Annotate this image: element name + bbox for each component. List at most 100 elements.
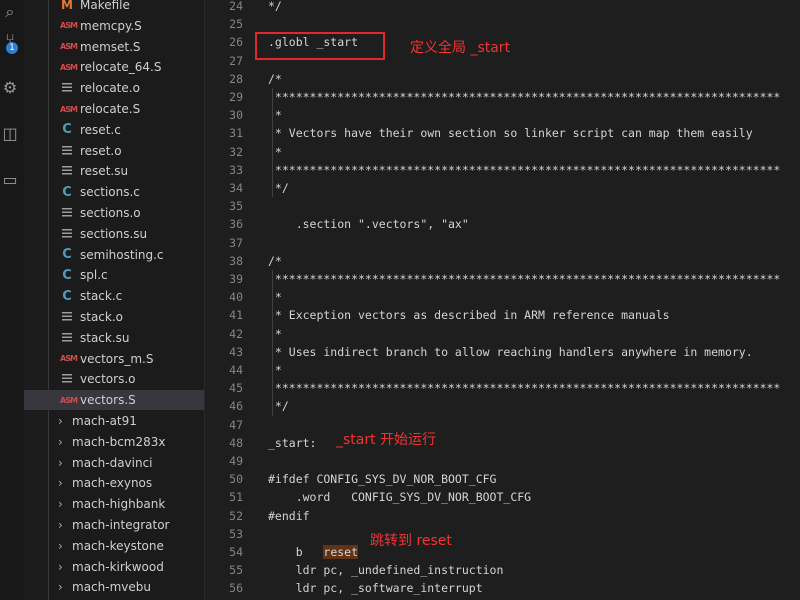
line-number: 29: [229, 90, 243, 104]
file-item[interactable]: ASM vectors_m.S: [24, 349, 204, 369]
line-number: 33: [229, 162, 243, 177]
folder-item-label: mach-mvebu: [72, 580, 151, 595]
file-explorer: M Makefile ASM memcpy.S ASM memset.S ASM reloca…: [24, 0, 205, 600]
folder-item[interactable]: › mach-at91: [24, 411, 204, 431]
remote-explorer-icon[interactable]: ▭: [0, 170, 20, 190]
file-item[interactable]: Csections.c: [24, 182, 204, 202]
file-item-label: memcpy.S: [80, 18, 142, 33]
file-item[interactable]: ASM memcpy.S: [24, 16, 204, 36]
line-number: 48: [229, 435, 243, 450]
file-item[interactable]: stack.su: [24, 328, 204, 348]
folder-item[interactable]: › mach-keystone: [24, 536, 204, 556]
code-text: * Exception vectors as described in ARM …: [268, 308, 670, 323]
code-text: .word CONFIG_SYS_DV_NOR_BOOT_CFG: [268, 490, 532, 505]
annotation-globl: 定义全局 _start: [410, 40, 511, 56]
file-item-label: Makefile: [80, 0, 130, 12]
file-item[interactable]: sections.o: [24, 203, 204, 223]
code-text: /*: [268, 71, 282, 86]
code-text: *: [268, 326, 282, 341]
file-item[interactable]: stack.o: [24, 307, 204, 327]
code-line: */: [268, 0, 282, 15]
code-line: _start:: [268, 434, 316, 452]
code-line: * Vectors have their own section so link…: [268, 124, 753, 142]
text-file-icon: [62, 332, 72, 343]
file-item[interactable]: M Makefile: [24, 0, 204, 15]
folder-item[interactable]: › mach-highbank: [24, 494, 204, 514]
file-item[interactable]: Csemihosting.c: [24, 245, 204, 265]
chevron-right-icon: ›: [58, 559, 63, 574]
code-text: *: [268, 363, 282, 377]
chevron-right-icon: ›: [58, 518, 63, 532]
c-file-icon: C: [62, 184, 72, 200]
file-item[interactable]: ASM vectors.S: [24, 390, 204, 411]
folder-item[interactable]: › mach-bcm283x: [24, 432, 204, 452]
asm-file-icon: ASM: [60, 104, 78, 114]
extensions-icon[interactable]: ◫: [0, 124, 20, 144]
vscode-window: ⌕ ⑂ 1 ⚙ ◫ ▭ M Makefile ASM memcpy.S ASM memse…: [0, 0, 800, 600]
file-item[interactable]: Creset.c: [24, 120, 204, 140]
folder-item[interactable]: › mach-kirkwood: [24, 557, 204, 577]
code-editor[interactable]: 24 */25 26 .globl _start 27 28/* 29 **********…: [205, 0, 800, 600]
line-number: 26: [229, 35, 243, 50]
code-text: .section ".vectors", "ax": [268, 217, 469, 232]
file-item[interactable]: vectors.o: [24, 369, 204, 389]
code-text: _start:: [268, 435, 317, 450]
chevron-right-icon: ›: [58, 414, 63, 428]
binary-file-icon: [62, 374, 72, 385]
line-number: 25: [229, 17, 243, 32]
code-line: ****************************************…: [268, 270, 780, 288]
code-line: ldr pc, _software_interrupt: [268, 579, 483, 597]
chevron-right-icon: ›: [58, 434, 63, 449]
folder-item-label: mach-bcm283x: [72, 434, 166, 449]
search-icon[interactable]: ⌕: [0, 2, 20, 22]
file-item[interactable]: sections.su: [24, 224, 204, 244]
code-line: *: [268, 361, 282, 379]
asm-file-icon: ASM: [60, 395, 78, 405]
highlight-box: [255, 32, 385, 60]
file-item[interactable]: Cspl.c: [24, 265, 204, 285]
code-line: *: [268, 106, 282, 124]
file-item[interactable]: ASM relocate_64.S: [24, 57, 204, 77]
file-item[interactable]: Cstack.c: [24, 286, 204, 306]
file-item-label: stack.o: [80, 310, 124, 324]
c-file-icon: C: [62, 122, 72, 138]
code-line: * Uses indirect branch to allow reaching…: [268, 343, 753, 361]
line-number: 55: [229, 563, 243, 578]
file-item[interactable]: relocate.o: [24, 78, 204, 98]
file-item[interactable]: ASM relocate.S: [24, 99, 204, 119]
file-item-label: reset.su: [80, 164, 129, 179]
code-line: .word CONFIG_SYS_DV_NOR_BOOT_CFG: [268, 488, 531, 506]
line-number: 31: [229, 126, 243, 141]
file-item-label: vectors_m.S: [80, 351, 154, 366]
line-number: 36: [229, 217, 243, 232]
c-file-icon: C: [62, 288, 72, 304]
file-item-label: sections.su: [80, 226, 148, 241]
code-line: /*: [268, 70, 282, 88]
file-item[interactable]: reset.su: [24, 161, 204, 181]
line-number: 50: [229, 472, 243, 487]
file-item[interactable]: ASM memset.S: [24, 37, 204, 57]
folder-item[interactable]: › mach-davinci: [24, 453, 204, 473]
file-item-label: vectors.o: [80, 372, 136, 387]
code-text: *: [268, 144, 282, 159]
folder-item[interactable]: › mach-mvebu: [24, 577, 204, 597]
line-number: 28: [229, 71, 243, 86]
code-text: * Uses indirect branch to allow reaching…: [268, 344, 753, 359]
indent-guide: [272, 270, 273, 416]
debug-icon[interactable]: ⚙: [0, 78, 20, 98]
binary-file-icon: [62, 83, 72, 94]
indent-guide: [272, 88, 273, 198]
line-number: 52: [229, 508, 243, 523]
file-item[interactable]: reset.o: [24, 141, 204, 161]
line-number: 32: [229, 144, 243, 159]
folder-item[interactable]: › mach-exynos: [24, 473, 204, 493]
folder-item[interactable]: › mach-integrator: [24, 515, 204, 535]
annotation-reset: 跳转到 reset: [370, 533, 452, 549]
folder-item-label: mach-integrator: [72, 518, 170, 532]
code-text: ****************************************…: [268, 272, 781, 286]
c-file-icon: C: [62, 247, 72, 263]
asm-file-icon: ASM: [60, 354, 78, 364]
text-file-icon: [62, 166, 72, 177]
line-number: 51: [229, 490, 243, 505]
file-item-label: semihosting.c: [80, 247, 164, 262]
